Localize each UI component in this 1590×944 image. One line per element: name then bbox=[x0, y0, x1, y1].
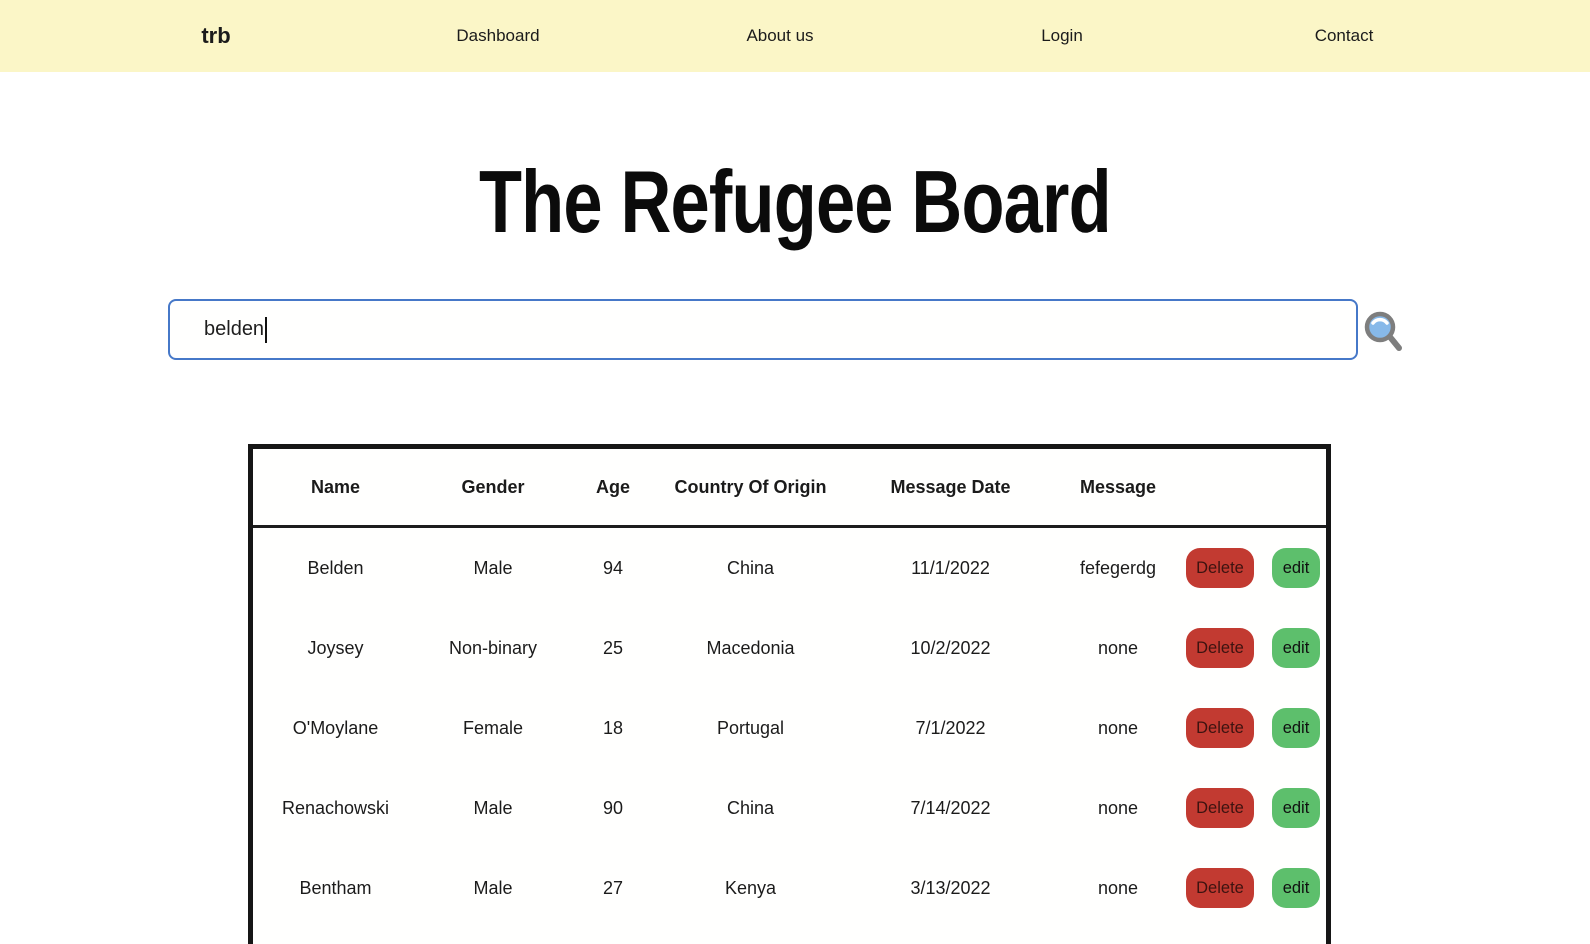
header-message-date: Message Date bbox=[843, 477, 1058, 498]
cell-name: O'Moylane bbox=[253, 718, 418, 739]
search-input-value: belden bbox=[204, 318, 264, 341]
cell-name: Renachowski bbox=[253, 798, 418, 819]
cell-name: Joysey bbox=[253, 638, 418, 659]
cell-country: China bbox=[658, 798, 843, 819]
magnifier-icon bbox=[1360, 306, 1406, 358]
delete-button[interactable]: Delete bbox=[1186, 788, 1254, 828]
edit-button[interactable]: edit bbox=[1272, 628, 1320, 668]
cell-message: none bbox=[1058, 798, 1178, 819]
cell-message-date: 3/13/2022 bbox=[843, 878, 1058, 899]
delete-button[interactable]: Delete bbox=[1186, 708, 1254, 748]
text-cursor bbox=[265, 317, 267, 343]
table-row: Joysey Non-binary 25 Macedonia 10/2/2022… bbox=[253, 608, 1326, 688]
cell-age: 18 bbox=[568, 718, 658, 739]
cell-message-date: 10/2/2022 bbox=[843, 638, 1058, 659]
cell-age: 90 bbox=[568, 798, 658, 819]
header-message: Message bbox=[1058, 477, 1178, 498]
edit-button[interactable]: edit bbox=[1272, 708, 1320, 748]
cell-country: Macedonia bbox=[658, 638, 843, 659]
cell-message: none bbox=[1058, 878, 1178, 899]
nav-item-contact[interactable]: Contact bbox=[1203, 26, 1485, 46]
cell-country: Kenya bbox=[658, 878, 843, 899]
cell-message: none bbox=[1058, 638, 1178, 659]
header-age: Age bbox=[568, 477, 658, 498]
cell-gender: Male bbox=[418, 878, 568, 899]
cell-message-date: 11/1/2022 bbox=[843, 558, 1058, 579]
header-name: Name bbox=[253, 477, 418, 498]
top-navbar: trb Dashboard About us Login Contact bbox=[0, 0, 1590, 72]
refugee-table: Name Gender Age Country Of Origin Messag… bbox=[248, 444, 1331, 944]
cell-age: 27 bbox=[568, 878, 658, 899]
cell-name: Belden bbox=[253, 558, 418, 579]
cell-country: Portugal bbox=[658, 718, 843, 739]
nav-item-dashboard[interactable]: Dashboard bbox=[357, 26, 639, 46]
cell-message-date: 7/1/2022 bbox=[843, 718, 1058, 739]
nav-item-login[interactable]: Login bbox=[921, 26, 1203, 46]
cell-age: 94 bbox=[568, 558, 658, 579]
cell-message: fefegerdg bbox=[1058, 558, 1178, 579]
table-row-clipped: Bentham Male 27 Kenya 3/13/2022 none Del… bbox=[253, 848, 1326, 928]
header-country: Country Of Origin bbox=[658, 477, 843, 498]
delete-button[interactable]: Delete bbox=[1186, 548, 1254, 588]
table-row: Belden Male 94 China 11/1/2022 fefegerdg… bbox=[253, 528, 1326, 608]
delete-button[interactable]: Delete bbox=[1186, 628, 1254, 668]
brand-logo[interactable]: trb bbox=[75, 23, 357, 49]
table-row: Renachowski Male 90 China 7/14/2022 none… bbox=[253, 768, 1326, 848]
page-title: The Refugee Board bbox=[0, 158, 1590, 246]
table-header-row: Name Gender Age Country Of Origin Messag… bbox=[253, 449, 1326, 528]
header-gender: Gender bbox=[418, 477, 568, 498]
cell-message-date: 7/14/2022 bbox=[843, 798, 1058, 819]
cell-gender: Male bbox=[418, 558, 568, 579]
edit-button[interactable]: edit bbox=[1272, 548, 1320, 588]
cell-gender: Male bbox=[418, 798, 568, 819]
table-row: O'Moylane Female 18 Portugal 7/1/2022 no… bbox=[253, 688, 1326, 768]
cell-gender: Female bbox=[418, 718, 568, 739]
delete-button[interactable]: Delete bbox=[1186, 868, 1254, 908]
cell-name: Bentham bbox=[253, 878, 418, 899]
search-button[interactable] bbox=[1360, 306, 1406, 358]
cell-message: none bbox=[1058, 718, 1178, 739]
nav-item-about-us[interactable]: About us bbox=[639, 26, 921, 46]
cell-country: China bbox=[658, 558, 843, 579]
search-input[interactable]: belden bbox=[168, 299, 1358, 360]
edit-button[interactable]: edit bbox=[1272, 788, 1320, 828]
cell-gender: Non-binary bbox=[418, 638, 568, 659]
edit-button[interactable]: edit bbox=[1272, 868, 1320, 908]
cell-age: 25 bbox=[568, 638, 658, 659]
